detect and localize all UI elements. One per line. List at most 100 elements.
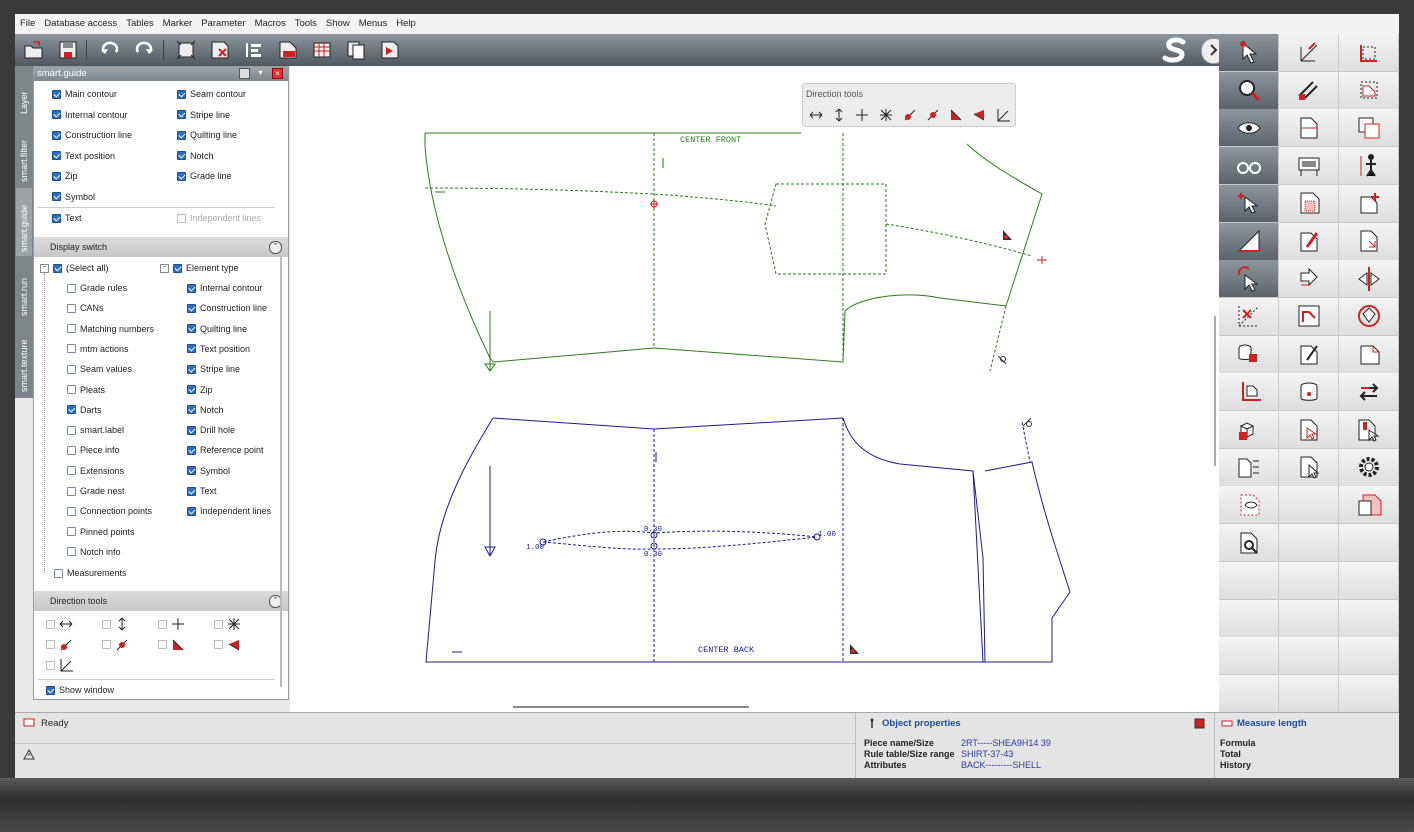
- save-button[interactable]: [55, 38, 81, 62]
- menu-help[interactable]: Help: [396, 14, 416, 34]
- checkbox[interactable]: [46, 619, 55, 629]
- checkbox[interactable]: [177, 89, 186, 99]
- checkbox[interactable]: [177, 151, 186, 160]
- piece-info-button[interactable]: [275, 38, 301, 62]
- checkbox[interactable]: [187, 445, 196, 455]
- rotate-pointer-tool-button[interactable]: [1219, 260, 1279, 299]
- display-switch-header[interactable]: Display switch ⌃: [34, 237, 288, 257]
- piece-outline-tool-button[interactable]: [1279, 297, 1339, 336]
- menu-menus[interactable]: Menus: [359, 14, 388, 34]
- option-text-position[interactable]: Text position: [52, 151, 115, 161]
- menu-database-access[interactable]: Database access: [44, 14, 117, 34]
- option-smart-label[interactable]: smart.label: [67, 425, 124, 435]
- checkbox[interactable]: [67, 405, 76, 415]
- zoom-tool-button[interactable]: [1219, 71, 1279, 110]
- tab-smart-guide[interactable]: smart.guide: [16, 188, 32, 256]
- piece-cursor-tool-button[interactable]: [1279, 448, 1339, 487]
- checkbox[interactable]: [52, 130, 61, 140]
- checkbox[interactable]: [187, 466, 196, 476]
- vertical-scrollbar[interactable]: [1214, 316, 1216, 466]
- piece-shape-tool-button[interactable]: [1339, 335, 1399, 374]
- cross-arrow-icon[interactable]: [855, 108, 869, 122]
- align-button[interactable]: [241, 38, 267, 62]
- option-seam-contour[interactable]: Seam contour: [177, 89, 246, 99]
- frame-button[interactable]: [173, 38, 199, 62]
- pointer-tool-button[interactable]: [1219, 34, 1279, 72]
- option-main-contour[interactable]: Main contour: [52, 89, 117, 99]
- checkbox[interactable]: [52, 213, 61, 223]
- sector-alt-icon[interactable]: [972, 108, 986, 122]
- checkbox[interactable]: [214, 619, 223, 629]
- redo-button[interactable]: [131, 38, 157, 62]
- option-piece-info[interactable]: Piece info: [67, 445, 120, 455]
- drawing-canvas[interactable]: CENTER FRONT CENTER BACK 0.30 0.30 1.00 …: [290, 66, 1219, 712]
- checkbox[interactable]: [187, 405, 196, 415]
- cut-tool-tool-button[interactable]: [1279, 71, 1339, 110]
- direction-tool-option[interactable]: [158, 638, 185, 652]
- option-quilting-line[interactable]: Quilting line: [177, 130, 237, 140]
- grid-piece-tool-button[interactable]: [1279, 184, 1339, 223]
- compass-draw-tool-button[interactable]: [1279, 34, 1339, 72]
- panel-float-button[interactable]: [239, 68, 250, 79]
- checkbox[interactable]: [187, 303, 196, 313]
- option--select-all-[interactable]: − (Select all): [40, 263, 109, 273]
- panel-close-button[interactable]: ×: [272, 68, 283, 79]
- checkbox[interactable]: [214, 640, 223, 649]
- menu-tables[interactable]: Tables: [126, 14, 153, 34]
- piece-tool-button[interactable]: [1279, 109, 1339, 148]
- undo-button[interactable]: [97, 38, 123, 62]
- checkbox[interactable]: [102, 640, 111, 649]
- exchange-tool-button[interactable]: [1339, 373, 1399, 412]
- direction-tool-option[interactable]: [46, 638, 73, 652]
- set-square-tool-button[interactable]: [1219, 222, 1279, 261]
- checkbox[interactable]: [52, 192, 61, 201]
- option-quilting-line[interactable]: Quilting line: [187, 324, 247, 334]
- checkbox[interactable]: [67, 527, 76, 537]
- option-grade-line[interactable]: Grade line: [177, 171, 232, 181]
- option-mtm-actions[interactable]: mtm actions: [67, 344, 129, 354]
- star-arrow-icon[interactable]: [879, 108, 893, 122]
- rotate-point-alt-icon[interactable]: [926, 108, 940, 122]
- option-matching-numbers[interactable]: Matching numbers: [67, 324, 154, 334]
- option-independent-lines[interactable]: Independent lines: [187, 506, 271, 516]
- db-piece-tool-button[interactable]: [1279, 373, 1339, 412]
- option-reference-point[interactable]: Reference point: [187, 445, 264, 455]
- show-window-option[interactable]: Show window: [46, 685, 114, 695]
- delete-piece-button[interactable]: [207, 38, 233, 62]
- mirror-piece-tool-button[interactable]: [1339, 222, 1399, 261]
- option-text[interactable]: Text: [52, 213, 82, 223]
- checkbox[interactable]: [67, 547, 76, 557]
- hatched-piece-tool-button[interactable]: [1339, 486, 1399, 525]
- option-notch-info[interactable]: Notch info: [67, 547, 121, 557]
- panel-menu-button[interactable]: ▾: [255, 68, 266, 79]
- split-piece-tool-button[interactable]: [1279, 260, 1339, 299]
- checkbox[interactable]: [67, 445, 76, 455]
- option-symbol[interactable]: Symbol: [187, 466, 230, 476]
- checkbox[interactable]: [187, 344, 196, 354]
- piece-select-tool-button[interactable]: [1339, 411, 1399, 449]
- option-text-position[interactable]: Text position: [187, 344, 250, 354]
- checkbox[interactable]: [54, 568, 63, 578]
- show-window-checkbox[interactable]: [46, 685, 55, 695]
- piece-search-tool-button[interactable]: [1219, 524, 1279, 563]
- menu-marker[interactable]: Marker: [163, 14, 193, 34]
- collapse-icon[interactable]: ⌃: [269, 241, 282, 254]
- menu-parameter[interactable]: Parameter: [201, 14, 245, 34]
- settings-gear-tool-button[interactable]: [1339, 448, 1399, 487]
- direction-tool-option[interactable]: [102, 638, 129, 652]
- tab-smart-run[interactable]: smart.run: [16, 258, 32, 320]
- eye-tool-button[interactable]: [1219, 109, 1279, 148]
- option-internal-contour[interactable]: Internal contour: [187, 283, 263, 293]
- checkbox[interactable]: [67, 344, 76, 354]
- horizontal-arrow-icon[interactable]: [809, 108, 823, 122]
- direction-tool-option[interactable]: [214, 617, 241, 631]
- database-tool-button[interactable]: [1219, 335, 1279, 374]
- option-darts[interactable]: Darts: [67, 405, 102, 415]
- option-internal-contour[interactable]: Internal contour: [52, 110, 128, 120]
- direction-tool-option[interactable]: [46, 617, 73, 631]
- option-extensions[interactable]: Extensions: [67, 466, 124, 476]
- checkbox[interactable]: [187, 425, 196, 435]
- option-grade-rules[interactable]: Grade rules: [67, 283, 127, 293]
- checkbox[interactable]: [46, 640, 55, 649]
- option-notch[interactable]: Notch: [187, 405, 224, 415]
